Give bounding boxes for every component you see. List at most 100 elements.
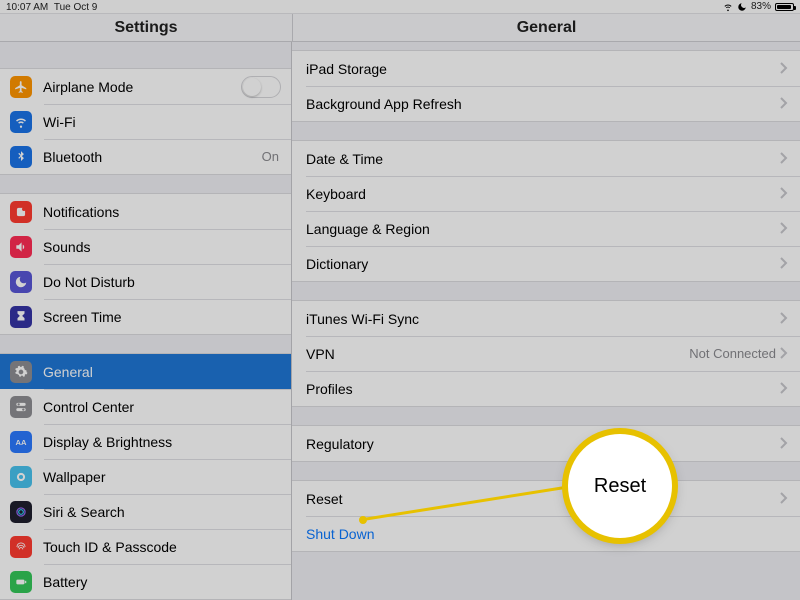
chevron-right-icon (780, 151, 788, 167)
sidebar-item-label: Wallpaper (43, 469, 281, 485)
sidebar-item-sounds[interactable]: Sounds (0, 229, 291, 264)
sidebar-item-label: Sounds (43, 239, 281, 255)
detail-pane: iPad Storage Background App Refresh Date… (292, 42, 800, 600)
detail-item-dictionary[interactable]: Dictionary (292, 246, 800, 281)
detail-item-label: Dictionary (306, 256, 780, 272)
battery-icon (10, 571, 32, 593)
detail-item-label: Background App Refresh (306, 96, 780, 112)
detail-item-label: Language & Region (306, 221, 780, 237)
toggle-icon (10, 396, 32, 418)
status-time: 10:07 AM Tue Oct 9 (6, 1, 97, 13)
sidebar-item-wifi[interactable]: Wi-Fi (0, 104, 291, 139)
sidebar-item-battery[interactable]: Battery (0, 564, 291, 599)
detail-item-date-time[interactable]: Date & Time (292, 141, 800, 176)
detail-item-shut-down[interactable]: Shut Down (292, 516, 800, 551)
hourglass-icon (10, 306, 32, 328)
sidebar-title: Settings (0, 14, 292, 41)
sidebar-item-label: Notifications (43, 204, 281, 220)
detail-group-locale: Date & Time Keyboard Language & Region D… (292, 140, 800, 282)
detail-item-label: Profiles (306, 381, 780, 397)
sidebar-item-label: Do Not Disturb (43, 274, 281, 290)
sidebar-item-bluetooth[interactable]: Bluetooth On (0, 139, 291, 174)
detail-group-regulatory: Regulatory (292, 425, 800, 462)
chevron-right-icon (780, 491, 788, 507)
detail-group-sync: iTunes Wi-Fi Sync VPN Not Connected Prof… (292, 300, 800, 407)
detail-item-reset[interactable]: Reset (292, 481, 800, 516)
siri-icon (10, 501, 32, 523)
sidebar-group-alerts: Notifications Sounds Do Not Disturb Scre… (0, 193, 291, 335)
detail-item-ipad-storage[interactable]: iPad Storage (292, 51, 800, 86)
sidebar-item-label: Touch ID & Passcode (43, 539, 281, 555)
sounds-icon (10, 236, 32, 258)
sidebar-item-control-center[interactable]: Control Center (0, 389, 291, 424)
chevron-right-icon (780, 256, 788, 272)
brightness-icon: AA (10, 431, 32, 453)
detail-item-language-region[interactable]: Language & Region (292, 211, 800, 246)
sidebar-item-touchid-passcode[interactable]: Touch ID & Passcode (0, 529, 291, 564)
chevron-right-icon (780, 61, 788, 77)
sidebar-item-label: Siri & Search (43, 504, 281, 520)
fingerprint-icon (10, 536, 32, 558)
detail-item-label: Shut Down (306, 526, 788, 542)
detail-item-regulatory[interactable]: Regulatory (292, 426, 800, 461)
wifi-icon (723, 2, 733, 12)
sidebar-group-connectivity: Airplane Mode Wi-Fi Bluetooth On (0, 68, 291, 175)
sidebar-item-siri-search[interactable]: Siri & Search (0, 494, 291, 529)
sidebar-item-airplane-mode[interactable]: Airplane Mode (0, 69, 291, 104)
detail-item-label: iPad Storage (306, 61, 780, 77)
detail-item-label: Regulatory (306, 436, 780, 452)
sidebar-item-label: Control Center (43, 399, 281, 415)
svg-text:AA: AA (16, 437, 27, 446)
sidebar-item-screen-time[interactable]: Screen Time (0, 299, 291, 334)
airplane-toggle[interactable] (241, 76, 281, 98)
dnd-icon (737, 2, 747, 12)
sidebar-item-general[interactable]: General (0, 354, 291, 389)
bluetooth-icon (10, 146, 32, 168)
sidebar-item-label: Battery (43, 574, 281, 590)
detail-item-label: VPN (306, 346, 689, 362)
airplane-icon (10, 76, 32, 98)
detail-item-label: Date & Time (306, 151, 780, 167)
detail-group-storage: iPad Storage Background App Refresh (292, 50, 800, 122)
sidebar-item-notifications[interactable]: Notifications (0, 194, 291, 229)
header-bar: Settings General (0, 14, 800, 42)
detail-item-vpn[interactable]: VPN Not Connected (292, 336, 800, 371)
detail-item-keyboard[interactable]: Keyboard (292, 176, 800, 211)
sidebar-item-label: General (43, 364, 281, 380)
chevron-right-icon (780, 311, 788, 327)
sidebar-item-do-not-disturb[interactable]: Do Not Disturb (0, 264, 291, 299)
status-right: 83% (723, 1, 794, 13)
status-bar: 10:07 AM Tue Oct 9 83% (0, 0, 800, 14)
wifi-icon (10, 111, 32, 133)
chevron-right-icon (780, 381, 788, 397)
sidebar-item-label: Screen Time (43, 309, 281, 325)
detail-item-profiles[interactable]: Profiles (292, 371, 800, 406)
sidebar-group-general: General Control Center AA Display & Brig… (0, 353, 291, 600)
bluetooth-value: On (262, 149, 279, 164)
sidebar-item-display-brightness[interactable]: AA Display & Brightness (0, 424, 291, 459)
chevron-right-icon (780, 436, 788, 452)
sidebar-item-label: Wi-Fi (43, 114, 279, 130)
gear-icon (10, 361, 32, 383)
wallpaper-icon (10, 466, 32, 488)
detail-item-itunes-wifi-sync[interactable]: iTunes Wi-Fi Sync (292, 301, 800, 336)
chevron-right-icon (780, 186, 788, 202)
detail-group-reset: Reset Shut Down (292, 480, 800, 552)
battery-pct: 83% (751, 0, 771, 14)
detail-title: General (292, 14, 800, 41)
battery-icon (775, 3, 794, 11)
detail-item-label: Keyboard (306, 186, 780, 202)
chevron-right-icon (780, 346, 788, 362)
sidebar-item-label: Airplane Mode (43, 79, 241, 95)
detail-item-label: iTunes Wi-Fi Sync (306, 311, 780, 327)
detail-item-background-app-refresh[interactable]: Background App Refresh (292, 86, 800, 121)
vpn-value: Not Connected (689, 346, 776, 361)
chevron-right-icon (780, 221, 788, 237)
sidebar-item-wallpaper[interactable]: Wallpaper (0, 459, 291, 494)
chevron-right-icon (780, 96, 788, 112)
moon-icon (10, 271, 32, 293)
sidebar-item-label: Display & Brightness (43, 434, 281, 450)
detail-item-label: Reset (306, 491, 780, 507)
sidebar: Airplane Mode Wi-Fi Bluetooth On (0, 42, 292, 600)
sidebar-item-label: Bluetooth (43, 149, 262, 165)
